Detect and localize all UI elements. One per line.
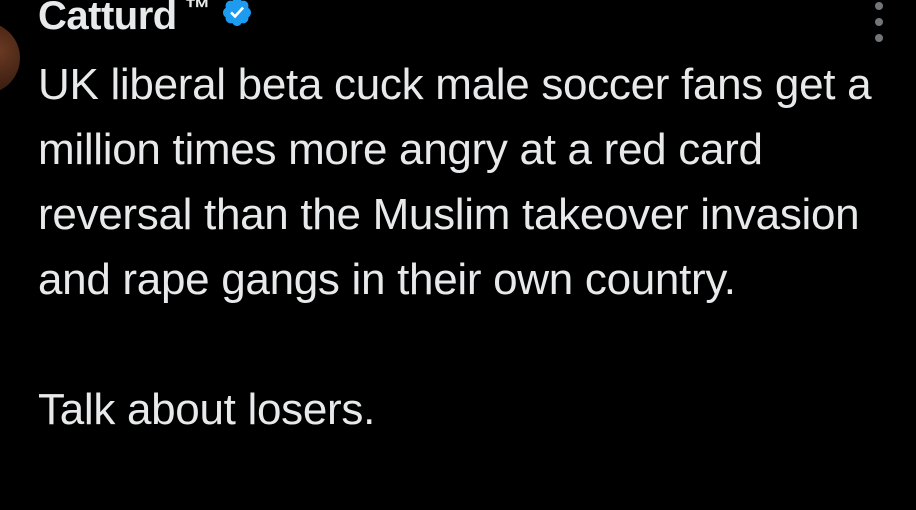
author-name[interactable]: Catturd (38, 0, 177, 39)
tweet-card: Catturd ™ UK liberal beta cuck male socc… (0, 0, 916, 510)
verified-badge-icon (222, 0, 251, 26)
more-options-icon[interactable] (868, 2, 890, 42)
more-dot (875, 2, 883, 10)
tweet-paragraph: UK liberal beta cuck male soccer fans ge… (38, 60, 872, 304)
tweet-paragraph: Talk about losers. (38, 385, 375, 434)
avatar[interactable] (0, 22, 20, 94)
more-dot (875, 18, 883, 26)
more-dot (875, 34, 883, 42)
author-name-suffix: ™ (184, 0, 211, 23)
tweet-text: UK liberal beta cuck male soccer fans ge… (38, 52, 898, 442)
tweet-header: Catturd ™ (38, 0, 253, 44)
